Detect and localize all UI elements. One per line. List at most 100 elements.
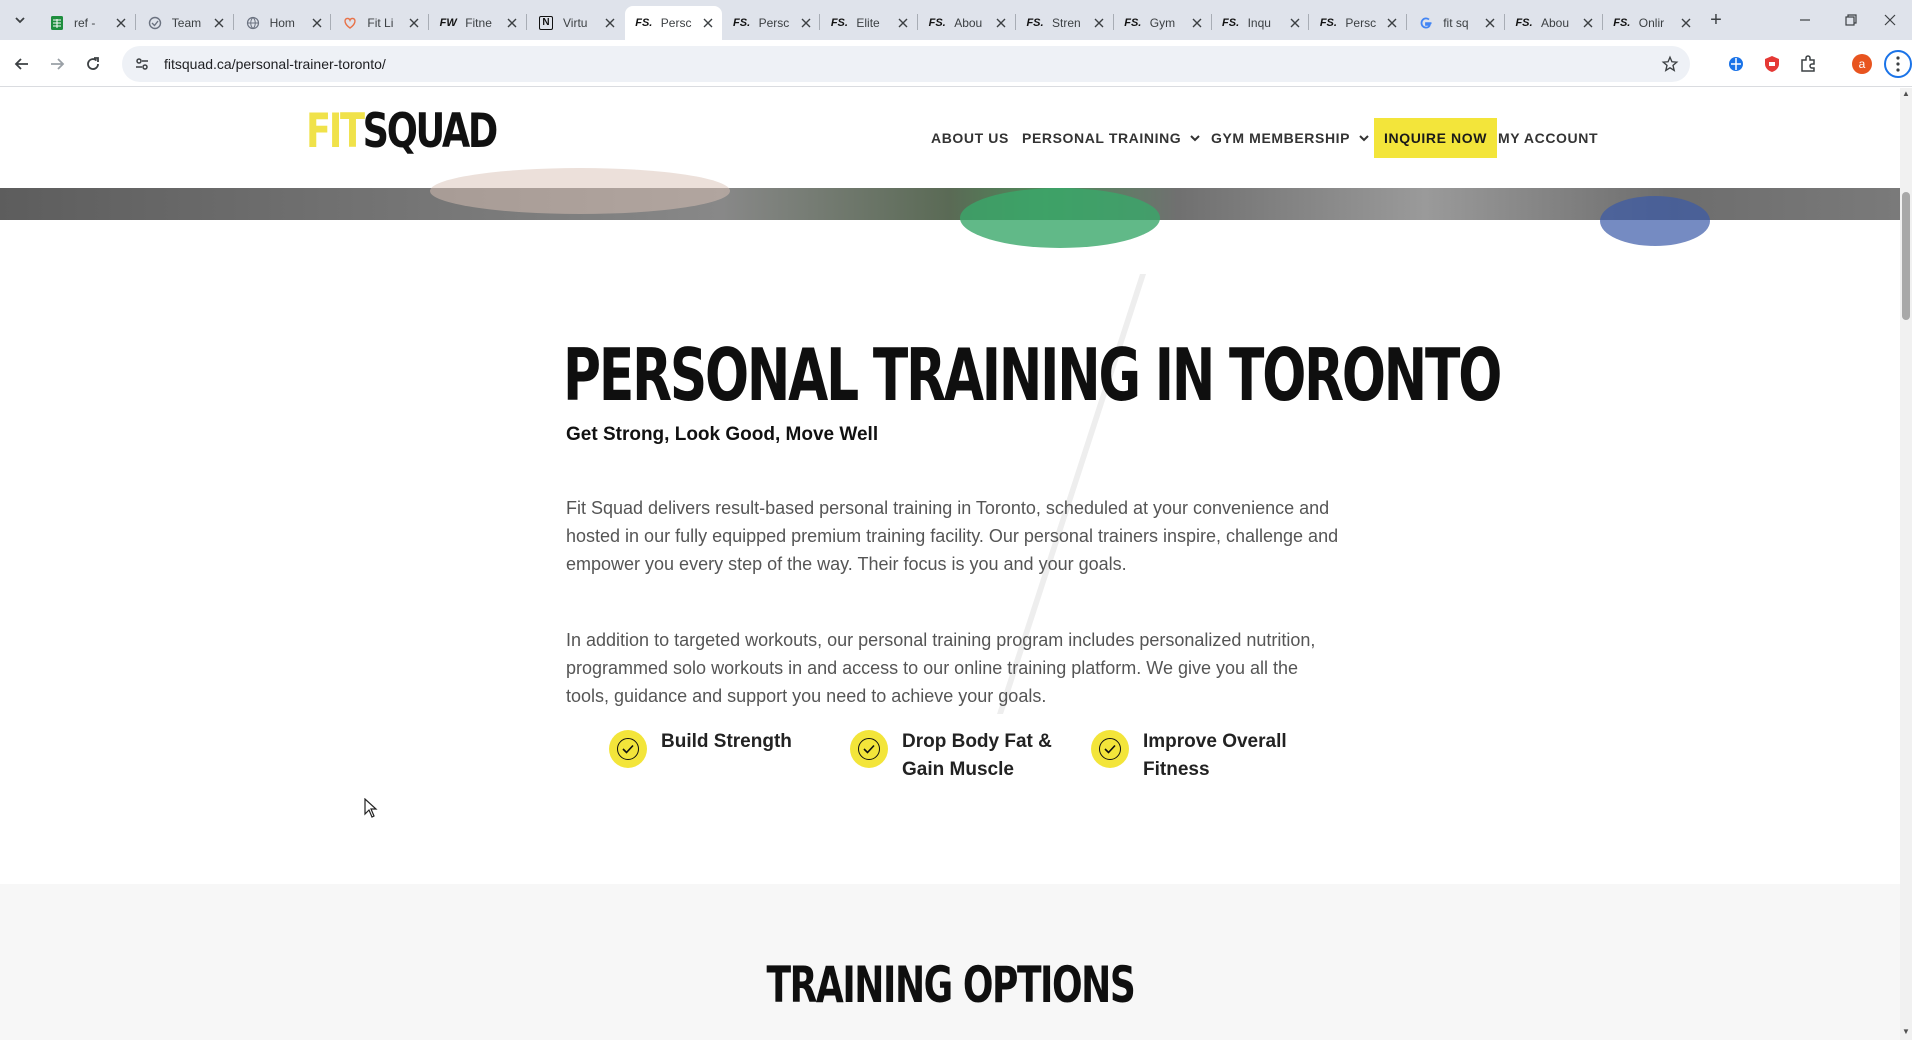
browser-tab[interactable]: FS. Inqu [1212, 6, 1309, 40]
tab-title: Hom [269, 16, 295, 30]
tab-title: Persc [1345, 16, 1377, 30]
feature-drop-body-fat: Drop Body Fat & Gain Muscle [850, 728, 1052, 784]
tab-close-icon[interactable] [1678, 15, 1694, 31]
site-logo[interactable]: FITSQUAD [306, 104, 499, 160]
minimize-button[interactable] [1782, 4, 1828, 36]
feature-line: Drop Body Fat & [902, 731, 1052, 752]
reload-button[interactable] [79, 50, 107, 78]
section-title-text: TRAINING OPTIONS [766, 956, 1135, 1014]
shield-extension-button[interactable] [1760, 52, 1784, 76]
browser-tab[interactable]: Hom [234, 6, 331, 40]
tab-title: Inqu [1247, 16, 1271, 30]
tab-title: Fit Li [367, 16, 394, 30]
tab-title: Team [171, 16, 202, 30]
hero-blob [960, 188, 1160, 248]
browser-tab[interactable]: Team [136, 6, 233, 40]
scroll-up-arrow-icon[interactable]: ▲ [1902, 90, 1910, 98]
bookmark-button[interactable] [1658, 52, 1682, 76]
extension-button[interactable] [1724, 52, 1748, 76]
training-options-section: TRAINING OPTIONS [0, 884, 1900, 1040]
tab-close-icon[interactable] [1189, 15, 1205, 31]
tab-title: ref - [74, 16, 96, 30]
tab-close-icon[interactable] [1384, 15, 1400, 31]
favicon-icon: FS. [1613, 17, 1631, 29]
favicon-icon [48, 15, 66, 31]
nav-personal-training[interactable]: PERSONAL TRAINING [1022, 118, 1201, 158]
feature-improve-fitness: Improve Overall Fitness [1091, 728, 1287, 784]
browser-tab[interactable]: FS. Abou [918, 6, 1015, 40]
nav-inquire-now-button[interactable]: INQUIRE NOW [1374, 118, 1498, 158]
browser-tab[interactable]: FS. Gym [1114, 6, 1211, 40]
browser-tab[interactable]: FS. Abou [1505, 6, 1602, 40]
tab-close-icon[interactable] [504, 15, 520, 31]
browser-tab[interactable]: FS. Elite [820, 6, 917, 40]
plus-icon: + [1710, 8, 1722, 31]
minimize-icon [1800, 19, 1810, 21]
hero-blob [430, 168, 730, 214]
favicon-icon: FS. [635, 17, 653, 29]
tab-title: Virtu [563, 16, 588, 30]
nav-gym-membership-label: GYM MEMBERSHIP [1211, 130, 1351, 146]
browser-tab[interactable]: FS. Persc [723, 6, 820, 40]
tab-close-icon[interactable] [1287, 15, 1303, 31]
tab-close-icon[interactable] [1580, 15, 1596, 31]
tab-close-icon[interactable] [113, 15, 129, 31]
tab-close-icon[interactable] [798, 15, 814, 31]
page-scrollbar[interactable]: ▲ ▼ [1900, 88, 1912, 1040]
browser-tab-bar: ref - Team Hom Fit Li FW Fitne N Virtu FS. Persc F… [0, 0, 1912, 40]
tab-close-icon[interactable] [1091, 15, 1107, 31]
tab-close-icon[interactable] [211, 15, 227, 31]
browser-tab[interactable]: fit sq [1407, 6, 1504, 40]
nav-gym-membership[interactable]: GYM MEMBERSHIP [1211, 118, 1370, 158]
chevron-down-icon [1358, 132, 1370, 144]
mouse-cursor-icon [364, 798, 378, 818]
back-button[interactable] [8, 50, 36, 78]
browser-tab[interactable]: Fit Li [331, 6, 428, 40]
arrow-right-icon [51, 58, 65, 70]
tab-close-icon[interactable] [406, 15, 422, 31]
tab-close-icon[interactable] [700, 15, 716, 31]
more-vertical-icon [1896, 56, 1900, 72]
nav-my-account[interactable]: MY ACCOUNT [1498, 118, 1598, 158]
tune-icon [136, 58, 148, 70]
tab-search-button[interactable] [8, 8, 32, 32]
new-tab-button[interactable]: + [1704, 8, 1728, 32]
tab-title: Persc [660, 16, 692, 30]
tab-close-icon[interactable] [1482, 15, 1498, 31]
address-bar[interactable]: fitsquad.ca/personal-trainer-toronto/ [122, 46, 1690, 82]
favicon-icon: FS. [1124, 17, 1142, 29]
forward-button[interactable] [43, 50, 71, 78]
tab-close-icon[interactable] [309, 15, 325, 31]
scrollbar-thumb[interactable] [1902, 192, 1910, 320]
reload-icon [87, 57, 99, 70]
check-circle-icon [850, 730, 888, 768]
restore-button[interactable] [1828, 4, 1874, 36]
tab-close-icon[interactable] [602, 15, 618, 31]
browser-tab[interactable]: FW Fitne [429, 6, 526, 40]
tab-title: Stren [1052, 16, 1081, 30]
tab-title: Fitne [465, 16, 492, 30]
logo-squad: SQUAD [362, 104, 499, 159]
tab-close-icon[interactable] [895, 15, 911, 31]
site-info-button[interactable] [130, 52, 154, 76]
chevron-down-icon [15, 17, 25, 24]
profile-button[interactable]: a [1850, 52, 1874, 76]
favicon-icon: N [537, 15, 555, 31]
favicon-icon [244, 15, 262, 31]
tab-close-icon[interactable] [993, 15, 1009, 31]
extensions-menu-button[interactable] [1796, 52, 1820, 76]
browser-tab[interactable]: N Virtu [527, 6, 624, 40]
tab-title: Gym [1149, 16, 1176, 30]
browser-tab[interactable]: FS. Stren [1016, 6, 1113, 40]
close-window-button[interactable] [1870, 4, 1910, 36]
program-paragraph: In addition to targeted workouts, our pe… [566, 630, 1316, 706]
browser-tab[interactable]: FS. Persc [1309, 6, 1406, 40]
tab-title: Abou [1541, 16, 1570, 30]
browser-tab[interactable]: FS. Persc [624, 6, 722, 40]
browser-menu-button[interactable] [1884, 50, 1912, 78]
url-text[interactable]: fitsquad.ca/personal-trainer-toronto/ [164, 56, 386, 72]
nav-about-us[interactable]: ABOUT US [931, 118, 1009, 158]
browser-tab[interactable]: FS. Onlir [1603, 6, 1700, 40]
browser-tab[interactable]: ref - [38, 6, 135, 40]
scroll-down-arrow-icon[interactable]: ▼ [1902, 1028, 1910, 1036]
